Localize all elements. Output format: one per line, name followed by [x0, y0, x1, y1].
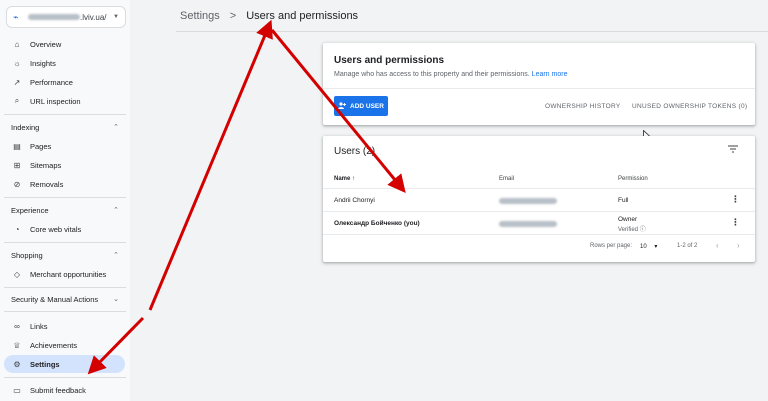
nav-url-inspection[interactable]: ⌕ URL inspection — [4, 92, 125, 110]
pagination-range: 1-2 of 2 — [677, 243, 698, 249]
section-security-manual-actions[interactable]: Security & Manual Actions ⌄ — [0, 291, 130, 307]
user-permission: Owner Verified ⓘ — [618, 216, 646, 233]
divider — [4, 287, 126, 288]
filter-icon[interactable] — [727, 144, 739, 154]
rows-per-page-label: Rows per page: — [590, 243, 633, 249]
more-options-icon[interactable]: ⋮ — [731, 217, 740, 228]
column-header-name[interactable]: Name ↑ — [334, 176, 355, 182]
verified-status: Verified ⓘ — [618, 227, 646, 233]
section-indexing[interactable]: Indexing ⌃ — [0, 119, 130, 135]
users-card: Users (2) Name ↑ Email Permission Andrii… — [323, 136, 755, 262]
users-count-title: Users (2) — [334, 146, 376, 157]
divider — [323, 211, 755, 212]
search-icon: ⌕ — [14, 96, 20, 105]
column-header-email: Email — [499, 176, 515, 182]
add-user-button[interactable]: ADD USER — [334, 96, 388, 116]
divider — [323, 88, 755, 89]
ownership-history-button[interactable]: OWNERSHIP HISTORY — [545, 103, 621, 110]
nav-pages[interactable]: ▤ Pages — [4, 137, 125, 155]
divider — [4, 197, 126, 198]
section-experience[interactable]: Experience ⌃ — [0, 202, 130, 218]
user-name: Andrii Chornyi — [334, 197, 375, 204]
redacted-email — [499, 221, 557, 227]
divider — [323, 234, 755, 235]
gear-icon: ⚙ — [13, 359, 21, 369]
next-page-icon[interactable]: › — [737, 241, 740, 250]
chevron-down-icon: ⌄ — [113, 296, 119, 303]
chevron-down-icon: ▼ — [113, 14, 119, 20]
user-name: Олександр Бойченко (you) — [334, 220, 420, 227]
previous-page-icon[interactable]: ‹ — [716, 241, 719, 250]
arrow-to-breadcrumb — [148, 19, 273, 311]
page-title: Users and permissions — [246, 10, 359, 22]
nav-core-web-vitals[interactable]: ◔ Core web vitals — [4, 220, 125, 238]
nav-settings[interactable]: ⚙ Settings — [4, 355, 125, 373]
sort-arrow-up-icon: ↑ — [352, 176, 356, 182]
removals-icon: ⊘ — [13, 179, 21, 189]
redacted-email — [499, 198, 557, 204]
gauge-icon: ◔ — [14, 224, 20, 234]
breadcrumb-settings[interactable]: Settings — [180, 10, 220, 22]
nav-overview[interactable]: ⌂ Overview — [4, 35, 125, 53]
nav-achievements[interactable]: ♕ Achievements — [4, 336, 125, 354]
section-shopping[interactable]: Shopping ⌃ — [0, 247, 130, 263]
trending-icon: ↗ — [13, 77, 21, 87]
divider — [4, 242, 126, 243]
property-selector[interactable]: ⌁ .lviv.ua/ ▼ — [6, 6, 126, 28]
learn-more-link[interactable]: Learn more — [532, 71, 568, 78]
chevron-up-icon: ⌃ — [113, 252, 119, 259]
divider — [4, 377, 126, 378]
chevron-up-icon: ⌃ — [113, 207, 119, 214]
permissions-card: Users and permissions Manage who has acc… — [323, 43, 755, 125]
card-title: Users and permissions — [334, 55, 445, 66]
redacted-domain — [28, 14, 80, 20]
chevron-up-icon: ⌃ — [113, 124, 119, 131]
feedback-icon: ▭ — [13, 385, 21, 395]
nav-submit-feedback[interactable]: ▭ Submit feedback — [4, 381, 125, 399]
user-permission: Full — [618, 197, 629, 204]
link-icon: ∞ — [14, 321, 20, 331]
nav-links[interactable]: ∞ Links — [4, 317, 125, 335]
dropdown-arrow-icon: ▾ — [654, 244, 658, 250]
unused-ownership-tokens-button[interactable]: UNUSED OWNERSHIP TOKENS (0) — [632, 103, 747, 110]
nav-insights[interactable]: ☼ Insights — [4, 54, 125, 72]
pages-icon: ▤ — [13, 141, 21, 151]
divider — [323, 188, 755, 189]
lightbulb-icon: ☼ — [13, 58, 21, 68]
help-icon[interactable]: ⓘ — [640, 227, 646, 233]
nav-performance[interactable]: ↗ Performance — [4, 73, 125, 91]
breadcrumb: Settings > Users and permissions — [180, 10, 358, 22]
more-options-icon[interactable]: ⋮ — [731, 194, 740, 205]
property-logo-icon: ⌁ — [13, 11, 19, 22]
property-name: .lviv.ua/ — [28, 13, 107, 22]
header-divider — [176, 31, 768, 32]
card-description: Manage who has access to this property a… — [334, 71, 568, 78]
rows-per-page-select[interactable]: 10 ▾ — [640, 243, 657, 250]
tag-icon: ◇ — [13, 269, 21, 279]
sitemap-icon: ⊞ — [13, 160, 21, 170]
nav-sitemaps[interactable]: ⊞ Sitemaps — [4, 156, 125, 174]
nav-removals[interactable]: ⊘ Removals — [4, 175, 125, 193]
sidebar: ⌁ .lviv.ua/ ▼ ⌂ Overview ☼ Insights ↗ Pe… — [0, 0, 130, 401]
divider — [4, 311, 126, 312]
column-header-permission: Permission — [618, 176, 648, 182]
trophy-icon: ♕ — [13, 340, 21, 350]
divider — [4, 114, 126, 115]
nav-merchant-opportunities[interactable]: ◇ Merchant opportunities — [4, 265, 125, 283]
home-icon: ⌂ — [14, 39, 20, 49]
add-person-icon — [338, 101, 347, 111]
breadcrumb-separator: > — [229, 10, 237, 22]
